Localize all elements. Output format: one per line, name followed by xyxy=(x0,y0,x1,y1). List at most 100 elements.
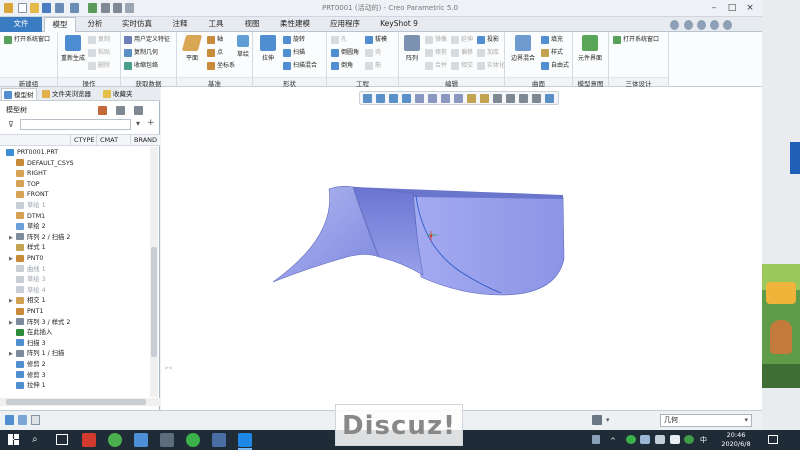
shrinkwrap-button[interactable]: 收缩包络 xyxy=(124,61,158,71)
thicken-button[interactable]: 加厚 xyxy=(477,48,499,58)
udf-button[interactable]: 用户定义特征 xyxy=(124,35,170,45)
boundary-blend-button[interactable]: 边界混合 xyxy=(508,34,538,74)
copy-geometry-button[interactable]: 复制几何 xyxy=(124,48,158,58)
tab-flexible-modeling[interactable]: 柔性建模 xyxy=(272,17,318,32)
task-view-icon[interactable] xyxy=(56,434,68,445)
tab-folder-browser[interactable]: 文件夹浏览器 xyxy=(40,88,98,100)
redo-icon[interactable] xyxy=(70,3,79,13)
graphics-viewport[interactable]: ⊳⊲ xyxy=(161,87,762,410)
tab-view[interactable]: 视图 xyxy=(236,17,268,32)
tree-item[interactable]: 草绘 4 xyxy=(16,286,46,297)
tree-item[interactable]: 草绘 1 xyxy=(16,201,46,212)
tab-keyshot[interactable]: KeyShot 9 xyxy=(372,17,426,32)
new-file-icon[interactable] xyxy=(18,3,27,13)
tree-item[interactable]: FRONT xyxy=(16,190,49,201)
expand-icon[interactable]: ▶ xyxy=(9,349,13,360)
paste-button[interactable]: 粘贴 xyxy=(88,48,110,58)
column-brand[interactable]: BRAND xyxy=(130,135,160,146)
tree-horizontal-scrollbar[interactable] xyxy=(0,398,160,406)
help-icon[interactable] xyxy=(710,20,719,30)
close-button[interactable]: × xyxy=(742,1,758,15)
expand-icon[interactable]: ▶ xyxy=(9,296,13,307)
tree-item[interactable]: TOP xyxy=(16,180,40,191)
component-interface-button[interactable]: 元件界面 xyxy=(577,34,603,74)
open-system-window-2-button[interactable]: 打开系统窗口 xyxy=(613,35,659,45)
sketch-button[interactable]: 草绘 xyxy=(233,34,253,74)
trim-button[interactable]: 修剪 xyxy=(425,48,447,58)
smart-select-icon[interactable] xyxy=(592,415,602,425)
delete-button[interactable]: 删除 xyxy=(88,61,110,71)
tray-volume-icon[interactable] xyxy=(655,435,665,444)
tray-expand-icon[interactable]: ^ xyxy=(610,437,616,445)
tree-item[interactable]: PNT1 xyxy=(16,307,43,318)
column-name[interactable] xyxy=(0,135,70,146)
project-button[interactable]: 投影 xyxy=(477,35,499,45)
help-arrow-icon[interactable] xyxy=(723,20,732,30)
tab-model[interactable]: 模型 xyxy=(44,17,76,33)
collapse-ribbon-icon[interactable] xyxy=(697,20,706,30)
tree-item[interactable]: ▶ 阵列 3 / 样式 2 xyxy=(9,318,70,329)
tray-wechat-icon[interactable] xyxy=(626,435,636,444)
expand-icon[interactable]: ▶ xyxy=(9,318,13,329)
tree-item[interactable]: ▶ 阵列 1 / 扫描 xyxy=(9,349,64,360)
search-icon[interactable] xyxy=(670,20,679,30)
intersect-button[interactable]: 相交 xyxy=(451,61,473,71)
undo-icon[interactable] xyxy=(55,3,64,13)
tab-favorites[interactable]: 收藏夹 xyxy=(101,88,143,100)
tray-battery-icon[interactable] xyxy=(670,435,680,444)
tab-annotate[interactable]: 注释 xyxy=(164,17,196,32)
tray-app-icon[interactable] xyxy=(592,435,600,444)
sweep-button[interactable]: 扫描 xyxy=(283,48,305,58)
regenerate-icon[interactable] xyxy=(88,3,97,13)
app-browser-icon[interactable] xyxy=(108,433,122,447)
browser-toggle-icon[interactable] xyxy=(18,415,27,425)
app-photos-icon[interactable] xyxy=(134,433,148,447)
maximize-button[interactable]: □ xyxy=(724,1,740,15)
tree-item[interactable]: 扫描 3 xyxy=(16,339,46,350)
regenerate-button[interactable]: 重新生成 xyxy=(60,34,86,74)
open-system-window-button[interactable]: 打开系统窗口 xyxy=(4,35,50,45)
tree-item[interactable]: RIGHT xyxy=(16,169,47,180)
shell-button[interactable]: 壳 xyxy=(365,48,381,58)
app-wechat-icon[interactable] xyxy=(186,433,200,447)
selection-filter-dropdown[interactable]: 几何 ▾ xyxy=(660,414,752,427)
notification-icon[interactable] xyxy=(768,435,778,444)
point-button[interactable]: 点 xyxy=(207,48,223,58)
tab-file[interactable]: 文件 xyxy=(0,17,42,32)
model-surface[interactable] xyxy=(161,87,762,410)
tree-item[interactable]: 修剪 3 xyxy=(16,371,46,382)
close-window-icon[interactable] xyxy=(113,3,122,13)
style-button[interactable]: 样式 xyxy=(541,48,563,58)
expand-icon[interactable]: ▶ xyxy=(9,233,13,244)
taskbar-clock[interactable]: 20:46 2020/6/8 xyxy=(712,431,760,449)
pattern-button[interactable]: 阵列 xyxy=(399,34,425,74)
tree-item[interactable]: ▶ 阵列 2 / 扫描 2 xyxy=(9,233,70,244)
tree-item[interactable]: 拉伸 1 xyxy=(16,381,46,392)
chamfer-button[interactable]: 倒角 xyxy=(331,61,353,71)
windows-icon[interactable] xyxy=(101,3,110,13)
tree-item[interactable]: ▶ PNT0 xyxy=(9,254,43,265)
tab-analysis[interactable]: 分析 xyxy=(80,17,110,32)
rib-button[interactable]: 筋 xyxy=(365,61,381,71)
search-icon[interactable]: ⌕ xyxy=(32,434,38,445)
expand-icon[interactable]: ▶ xyxy=(9,254,13,265)
merge-button[interactable]: 合并 xyxy=(425,61,447,71)
fill-button[interactable]: 填充 xyxy=(541,35,563,45)
csys-button[interactable]: 坐标系 xyxy=(207,61,235,71)
tree-item[interactable]: 曲线 1 xyxy=(16,265,46,276)
app-edge-icon[interactable] xyxy=(238,433,252,447)
tab-applications[interactable]: 应用程序 xyxy=(322,17,368,32)
tree-item[interactable]: DTM1 xyxy=(16,212,45,223)
tab-model-tree[interactable]: 模型树 xyxy=(1,88,37,100)
freestyle-button[interactable]: 自由式 xyxy=(541,61,569,71)
app-creo-icon[interactable] xyxy=(82,433,96,447)
windows-start-icon[interactable] xyxy=(8,434,19,445)
extend-button[interactable]: 延伸 xyxy=(451,35,473,45)
tree-item[interactable]: 样式 1 xyxy=(16,243,46,254)
settings-icon[interactable] xyxy=(116,106,125,115)
copy-button[interactable]: 复制 xyxy=(88,35,110,45)
tray-security-icon[interactable] xyxy=(684,435,694,444)
tree-filter-icon[interactable] xyxy=(98,106,107,115)
tray-network-icon[interactable] xyxy=(640,435,650,444)
surface-right-wing[interactable] xyxy=(412,192,565,296)
